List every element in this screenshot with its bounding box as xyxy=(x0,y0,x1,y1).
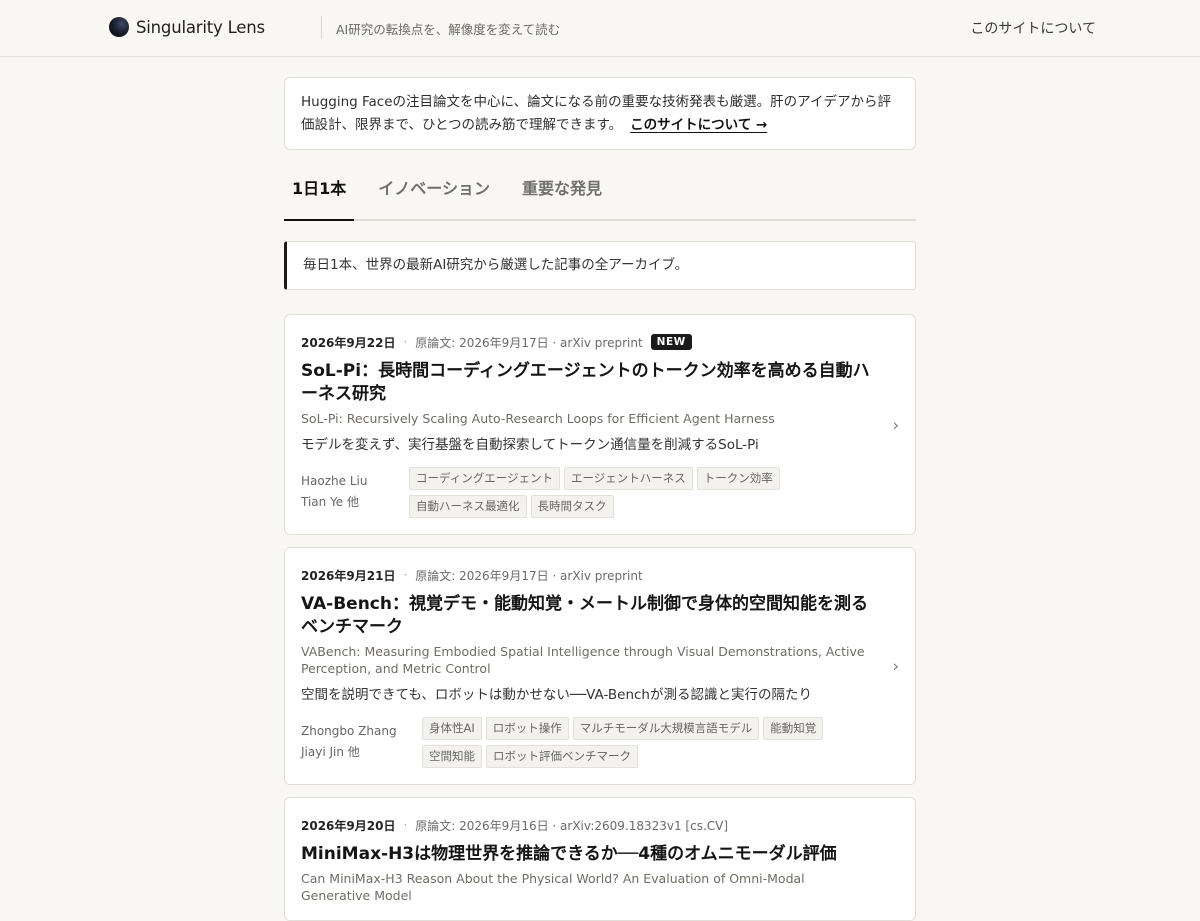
tag[interactable]: 自動ハーネス最適化 xyxy=(409,495,527,518)
article-card[interactable]: 2026年9月21日 · 原論文: 2026年9月17日 · arXiv pre… xyxy=(284,547,916,785)
article-date: 2026年9月21日 xyxy=(301,568,396,583)
chevron-right-icon: › xyxy=(892,415,899,434)
article-summary: 空間を説明できても、ロボットは動かせない──VA-Benchが測る認識と実行の隔… xyxy=(301,687,812,703)
tab-discoveries[interactable]: 重要な発見 xyxy=(514,173,610,221)
meta-separator: · xyxy=(403,335,408,349)
main-column: Hugging Faceの注目論文を中心に、論文になる前の重要な技術発表も厳選。… xyxy=(284,77,916,921)
tag[interactable]: ロボット操作 xyxy=(485,717,569,740)
article-card[interactable]: 2026年9月22日 · 原論文: 2026年9月17日 · arXiv pre… xyxy=(284,314,916,535)
article-summary: モデルを変えず、実行基盤を自動探索してトークン通信量を削減するSoL-Pi xyxy=(301,437,759,453)
tag[interactable]: ロボット評価ベンチマーク xyxy=(486,745,638,768)
original-paper-info: 原論文: 2026年9月17日 · arXiv preprint xyxy=(415,568,643,583)
archive-description: 毎日1本、世界の最新AI研究から厳選した記事の全アーカイブ。 xyxy=(284,241,916,290)
brand-link[interactable]: Singularity Lens xyxy=(109,17,265,37)
tag-list: コーディングエージェント エージェントハーネス トークン効率 自動ハーネス最適化… xyxy=(409,467,875,518)
meta-separator: · xyxy=(403,818,408,832)
article-title[interactable]: MiniMax-H3は物理世界を推論できるか──4種のオムニモーダル評価 xyxy=(301,843,875,866)
intro-text: Hugging Faceの注目論文を中心に、論文になる前の重要な技術発表も厳選。… xyxy=(301,94,891,133)
tag[interactable]: コーディングエージェント xyxy=(409,467,560,490)
tag[interactable]: 空間知能 xyxy=(422,745,482,768)
article-meta: 2026年9月20日 · 原論文: 2026年9月16日 · arXiv:260… xyxy=(301,815,875,835)
article-title[interactable]: SoL-Pi：長時間コーディングエージェントのトークン効率を高める自動ハーネス研… xyxy=(301,360,875,406)
tag-list: 身体性AI ロボット操作 マルチモーダル大規模言語モデル 能動知覚 空間知能 ロ… xyxy=(422,717,875,768)
tag[interactable]: マルチモーダル大規模言語モデル xyxy=(572,717,760,740)
brand-name: Singularity Lens xyxy=(136,17,265,37)
article-footer: Haozhe Liu Tian Ye 他 コーディングエージェント エージェント… xyxy=(301,467,875,518)
about-link[interactable]: このサイトについて xyxy=(970,18,1096,38)
tab-innovation[interactable]: イノベーション xyxy=(370,173,498,221)
meta-separator: · xyxy=(403,568,408,582)
header-divider xyxy=(321,16,322,39)
article-date: 2026年9月22日 xyxy=(301,335,396,350)
article-original-title: Can MiniMax-H3 Reason About the Physical… xyxy=(301,871,805,903)
intro-about-link[interactable]: このサイトについて → xyxy=(630,117,767,133)
article-meta: 2026年9月22日 · 原論文: 2026年9月17日 · arXiv pre… xyxy=(301,332,875,352)
article-card[interactable]: 2026年9月20日 · 原論文: 2026年9月16日 · arXiv:260… xyxy=(284,797,916,921)
tag[interactable]: エージェントハーネス xyxy=(563,467,693,490)
article-original-title: SoL-Pi: Recursively Scaling Auto-Researc… xyxy=(301,411,775,426)
tag[interactable]: 能動知覚 xyxy=(763,717,824,740)
original-paper-info: 原論文: 2026年9月16日 · arXiv:2609.18323v1 [cs… xyxy=(415,818,729,833)
tab-bar: 1日1本 イノベーション 重要な発見 xyxy=(284,173,916,221)
brand-logo-icon xyxy=(109,17,129,37)
article-original-title: VABench: Measuring Embodied Spatial Inte… xyxy=(301,644,865,676)
article-authors: Haozhe Liu Tian Ye 他 xyxy=(301,474,368,509)
tag[interactable]: 長時間タスク xyxy=(530,495,614,518)
original-paper-info: 原論文: 2026年9月17日 · arXiv preprint xyxy=(415,335,643,350)
article-title[interactable]: VA-Bench：視覚デモ・能動知覚・メートル制御で身体的空間知能を測るベンチマ… xyxy=(301,593,875,639)
tag[interactable]: 身体性AI xyxy=(422,717,482,740)
site-header: Singularity Lens AI研究の転換点を、解像度を変えて読む このサ… xyxy=(0,0,1200,57)
tag[interactable]: トークン効率 xyxy=(696,467,780,490)
intro-card: Hugging Faceの注目論文を中心に、論文になる前の重要な技術発表も厳選。… xyxy=(284,77,916,150)
tab-daily[interactable]: 1日1本 xyxy=(284,173,355,221)
chevron-right-icon: › xyxy=(892,656,899,676)
new-badge: NEW xyxy=(650,334,692,350)
article-date: 2026年9月20日 xyxy=(301,818,396,833)
site-tagline: AI研究の転換点を、解像度を変えて読む xyxy=(336,22,561,37)
article-meta: 2026年9月21日 · 原論文: 2026年9月17日 · arXiv pre… xyxy=(301,565,875,585)
article-authors: Zhongbo Zhang Jiayi Jin 他 xyxy=(301,724,397,759)
article-footer: Zhongbo Zhang Jiayi Jin 他 身体性AI ロボット操作 マ… xyxy=(301,717,875,768)
